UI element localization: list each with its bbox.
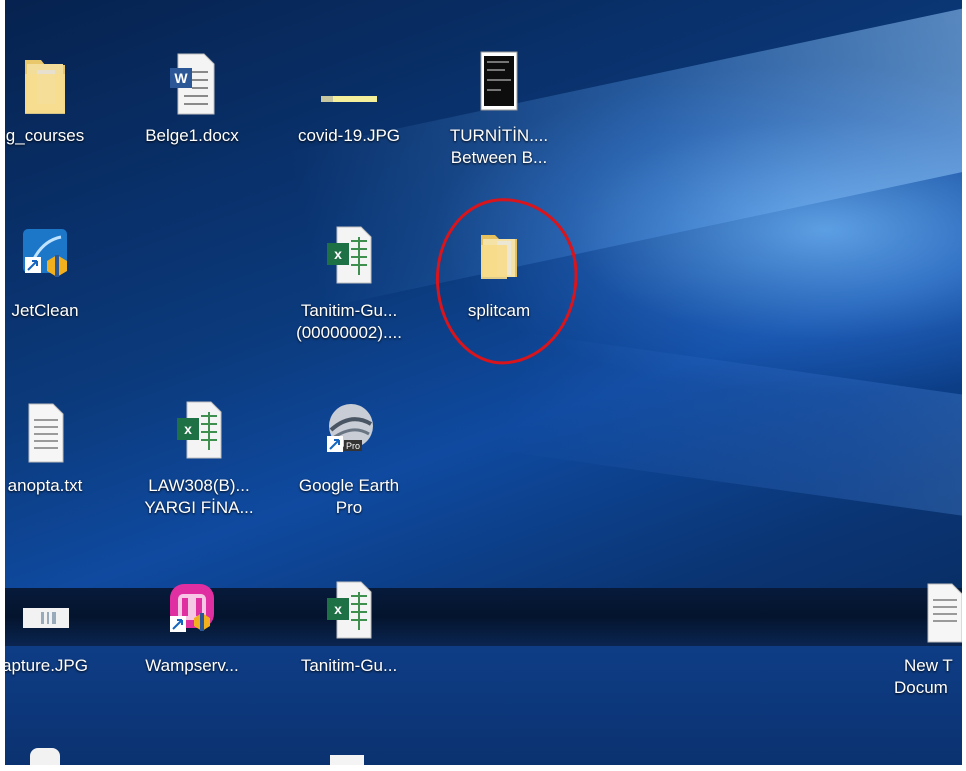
- desktop-icon-label: New T Docum: [894, 655, 966, 699]
- excel-file-icon: x: [321, 225, 377, 295]
- desktop-icon-law308[interactable]: x LAW308(B)... YARGI FİNA...: [129, 400, 269, 530]
- screenshot-border: [962, 0, 966, 771]
- desktop-icon-belge1[interactable]: W Belge1.docx: [122, 50, 262, 160]
- desktop-icon-covid[interactable]: covid-19.JPG: [279, 50, 419, 160]
- desktop-icon-google-earth[interactable]: Pro Google Earth Pro: [279, 400, 419, 530]
- desktop-icon-label: LAW308(B)... YARGI FİNA...: [129, 475, 269, 519]
- svg-text:x: x: [334, 246, 342, 262]
- svg-text:W: W: [174, 70, 188, 86]
- pdf-thumbnail-icon: [471, 50, 527, 120]
- desktop-icon-label: Tanitim-Gu...: [300, 656, 398, 675]
- desktop-icon-jetclean[interactable]: JetClean: [0, 225, 115, 335]
- label-line-2: Pro: [335, 498, 363, 517]
- desktop-icon-label: g_courses: [5, 126, 85, 145]
- desktop-icon-label: Tanitim-Gu... (00000002)....: [279, 300, 419, 344]
- label-line-1: New T: [904, 656, 953, 675]
- text-file-icon: [17, 400, 73, 470]
- label-line-1: Google Earth: [298, 476, 400, 495]
- svg-text:x: x: [334, 601, 342, 617]
- desktop-icon-label: Belge1.docx: [145, 126, 239, 145]
- screenshot-border: [0, 765, 966, 771]
- label-line-2: YARGI FİNA...: [144, 498, 254, 517]
- excel-file-icon: x: [171, 400, 227, 470]
- desktop-icon-g-courses[interactable]: g_courses: [0, 50, 115, 160]
- screenshot-border: [0, 0, 5, 771]
- excel-file-icon: x: [321, 580, 377, 650]
- label-line-1: LAW308(B)...: [148, 476, 250, 495]
- desktop-icon-new-text-document[interactable]: New T Docum: [888, 580, 966, 710]
- svg-text:Pro: Pro: [346, 441, 360, 451]
- desktop-icon-label: apture.JPG: [2, 656, 88, 675]
- word-document-icon: W: [164, 50, 220, 120]
- desktop-icon-label: Google Earth Pro: [279, 475, 419, 519]
- label-line-2: Between B...: [450, 148, 548, 167]
- svg-text:x: x: [184, 421, 192, 437]
- text-file-icon: [926, 580, 966, 650]
- jetclean-shortcut-icon: [17, 225, 73, 295]
- image-file-icon: [17, 580, 73, 650]
- desktop-icon-capture[interactable]: apture.JPG: [0, 580, 115, 690]
- desktop-icon-label: anopta.txt: [7, 476, 83, 495]
- image-file-icon: [319, 50, 377, 120]
- desktop-icon-label: Wampserv...: [145, 656, 239, 675]
- desktop-icon-label: covid-19.JPG: [297, 126, 401, 145]
- wampserver-shortcut-icon: [164, 580, 220, 650]
- desktop-icon-tanitim-1[interactable]: x Tanitim-Gu... (00000002)....: [279, 225, 419, 355]
- label-line-2: (00000002)....: [296, 323, 402, 342]
- label-line-1: Tanitim-Gu...: [300, 301, 398, 320]
- desktop-icon-label: JetClean: [11, 301, 79, 320]
- desktop-icon-anopta[interactable]: anopta.txt: [0, 400, 115, 510]
- label-line-2: Docum: [894, 678, 948, 697]
- folder-icon: [17, 50, 73, 120]
- desktop-icon-wampserver[interactable]: Wampserv...: [122, 580, 262, 690]
- desktop-icon-tanitim-2[interactable]: x Tanitim-Gu...: [279, 580, 419, 690]
- wallpaper-light-beam: [500, 331, 962, 549]
- label-line-1: TURNİTİN....: [449, 126, 549, 145]
- desktop-icon-turnitin[interactable]: TURNİTİN.... Between B...: [429, 50, 569, 180]
- desktop-icon-label: TURNİTİN.... Between B...: [429, 125, 569, 169]
- google-earth-shortcut-icon: Pro: [321, 400, 377, 470]
